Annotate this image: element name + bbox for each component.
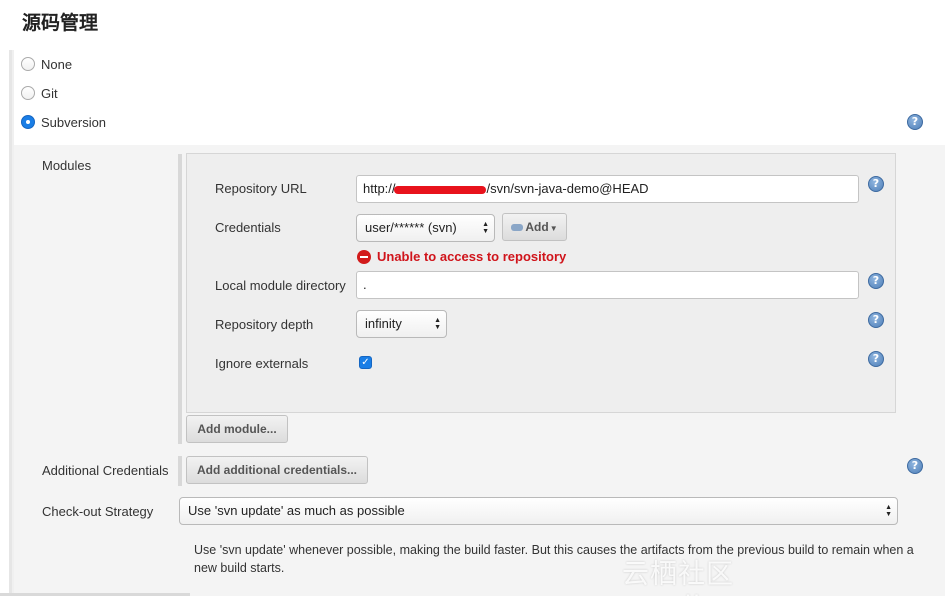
repository-url-input[interactable]: http:// /svn/svn-java-demo@HEAD	[356, 175, 859, 203]
checkout-strategy-label: Check-out Strategy	[42, 504, 154, 519]
repository-url-suffix: /svn/svn-java-demo@HEAD	[486, 181, 649, 196]
help-icon[interactable]: ?	[868, 273, 884, 289]
help-icon[interactable]: ?	[907, 458, 923, 474]
redaction-mark	[393, 185, 486, 194]
section-title: 源码管理	[22, 13, 99, 34]
help-icon[interactable]: ?	[868, 351, 884, 367]
local-module-directory-label: Local module directory	[215, 278, 346, 293]
radio-none[interactable]: None	[21, 55, 72, 73]
repository-depth-select[interactable]: infinity ▲ ▼	[356, 310, 447, 338]
watermark: 云栖社区 yq.aliyun.com	[622, 559, 824, 596]
credentials-select[interactable]: user/****** (svn) ▲ ▼	[356, 214, 495, 242]
radio-none-button[interactable]	[21, 57, 35, 71]
credentials-label: Credentials	[215, 220, 281, 235]
select-arrows-icon: ▲ ▼	[434, 317, 441, 331]
checkout-strategy-select[interactable]: Use 'svn update' as much as possible ▲ ▼	[179, 497, 898, 525]
add-credentials-button[interactable]: Add▼	[502, 213, 567, 241]
credentials-selected: user/****** (svn)	[365, 220, 457, 235]
repository-error: Unable to access to repository	[357, 249, 566, 264]
help-icon[interactable]: ?	[907, 114, 923, 130]
checkout-strategy-selected: Use 'svn update' as much as possible	[188, 503, 405, 518]
additional-credentials-label: Additional Credentials	[42, 463, 169, 478]
modules-label: Modules	[42, 158, 92, 173]
local-module-directory-input[interactable]: .	[356, 271, 859, 299]
dropdown-caret-icon: ▼	[549, 224, 558, 233]
radio-subversion-label: Subversion	[41, 114, 107, 130]
select-arrows-icon: ▲ ▼	[482, 221, 489, 235]
add-credentials-label: Add	[525, 220, 549, 234]
help-icon[interactable]: ?	[868, 176, 884, 192]
add-additional-credentials-button[interactable]: Add additional credentials...	[186, 456, 368, 484]
radio-subversion-button[interactable]	[21, 115, 35, 129]
modules-bar	[178, 154, 182, 444]
error-icon	[357, 249, 371, 264]
repository-url-label: Repository URL	[215, 181, 307, 196]
select-arrows-icon: ▲ ▼	[885, 504, 892, 518]
repository-url-prefix: http://	[363, 181, 396, 196]
add-module-button[interactable]: Add module...	[186, 415, 288, 443]
help-icon[interactable]: ?	[868, 312, 884, 328]
radio-git[interactable]: Git	[21, 84, 58, 102]
radio-git-button[interactable]	[21, 86, 35, 100]
repository-depth-label: Repository depth	[215, 317, 314, 332]
additional-credentials-bar	[178, 456, 182, 486]
ignore-externals-label: Ignore externals	[215, 356, 309, 371]
key-icon	[511, 224, 524, 232]
radio-git-label: Git	[41, 85, 58, 101]
radio-none-label: None	[41, 56, 73, 72]
error-message: Unable to access to repository	[377, 249, 567, 264]
ignore-externals-checkbox[interactable]: ✓	[359, 356, 372, 369]
repository-depth-selected: infinity	[365, 316, 402, 331]
radio-subversion[interactable]: Subversion	[21, 113, 106, 131]
